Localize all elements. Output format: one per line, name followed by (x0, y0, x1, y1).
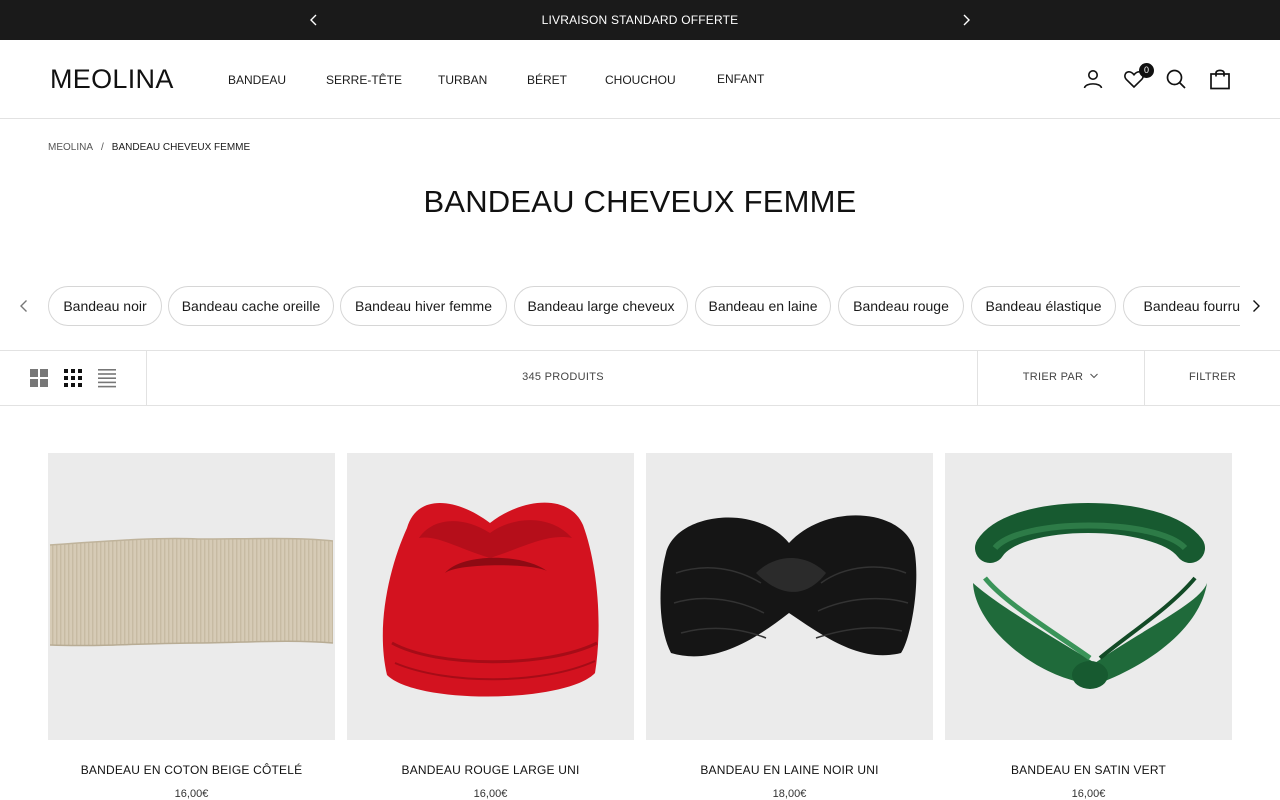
chips-next-button[interactable] (1246, 296, 1266, 316)
product-image[interactable] (945, 453, 1232, 740)
breadcrumb-current: BANDEAU CHEVEUX FEMME (111, 142, 251, 153)
grid-2x2-icon (30, 369, 48, 387)
filter-button[interactable]: FILTRER (1145, 371, 1280, 383)
product-price: 18,00€ (772, 788, 807, 800)
product-name[interactable]: BANDEAU EN COTON BEIGE CÔTELÉ (48, 763, 335, 777)
announcement-bar: LIVRAISON STANDARD OFFERTE (0, 0, 1280, 40)
breadcrumb-home-link[interactable]: MEOLINA (48, 142, 93, 153)
chevron-left-icon (20, 300, 27, 312)
black-wool-headband-image (660, 515, 917, 657)
cart-button[interactable] (1208, 67, 1232, 91)
product-image[interactable] (48, 453, 335, 740)
product-name[interactable]: BANDEAU EN SATIN VERT (945, 763, 1232, 777)
breadcrumb: MEOLINA / BANDEAU CHEVEUX FEMME (48, 142, 250, 153)
nav-item-enfant[interactable]: ENFANT (717, 72, 764, 86)
account-button[interactable] (1081, 67, 1105, 91)
chip-bandeau-fourrure[interactable]: Bandeau fourrure (1123, 286, 1240, 326)
search-icon (1166, 69, 1186, 89)
wishlist-count-badge: 0 (1139, 63, 1154, 78)
product-card[interactable]: BANDEAU EN COTON BEIGE CÔTELÉ 16,00€ (48, 453, 335, 800)
chip-bandeau-cache-oreille[interactable]: Bandeau cache oreille (168, 286, 334, 326)
collection-chips: Bandeau noir Bandeau cache oreille Bande… (0, 286, 1280, 326)
product-image[interactable] (347, 453, 634, 740)
chevron-right-icon (963, 14, 970, 26)
account-icon (1083, 70, 1103, 89)
product-price: 16,00€ (1071, 788, 1106, 800)
grid-3-columns-button[interactable] (63, 368, 83, 388)
announcement-next-button[interactable] (956, 10, 976, 30)
chip-bandeau-hiver-femme[interactable]: Bandeau hiver femme (340, 286, 507, 326)
product-price: 16,00€ (473, 788, 508, 800)
product-image[interactable] (646, 453, 933, 740)
collection-toolbar: 345 PRODUITS TRIER PAR FILTRER (0, 350, 1280, 406)
sort-label: TRIER PAR (1022, 371, 1084, 383)
nav-item-chouchou[interactable]: CHOUCHOU (605, 73, 676, 87)
chip-bandeau-rouge[interactable]: Bandeau rouge (838, 286, 964, 326)
nav-item-bandeau[interactable]: BANDEAU (228, 73, 286, 87)
chips-viewport: Bandeau noir Bandeau cache oreille Bande… (48, 286, 1240, 326)
nav-item-serre-tete[interactable]: SERRE-TÊTE (326, 73, 402, 87)
red-wide-headband-image (382, 502, 599, 697)
grid-3x3-icon (64, 369, 82, 387)
product-card[interactable]: BANDEAU EN LAINE NOIR UNI 18,00€ (646, 453, 933, 800)
list-view-button[interactable] (97, 368, 117, 388)
product-price: 16,00€ (174, 788, 209, 800)
grid-2-columns-button[interactable] (29, 368, 49, 388)
list-icon (98, 369, 116, 388)
search-button[interactable] (1164, 67, 1188, 91)
beige-ribbed-headband-image (49, 537, 334, 647)
green-satin-headband-image (973, 503, 1207, 689)
product-card[interactable]: BANDEAU EN SATIN VERT 16,00€ (945, 453, 1232, 800)
chip-bandeau-elastique[interactable]: Bandeau élastique (971, 286, 1116, 326)
product-name[interactable]: BANDEAU EN LAINE NOIR UNI (646, 763, 933, 777)
nav-item-beret[interactable]: BÉRET (527, 73, 567, 87)
toolbar-divider (146, 351, 147, 405)
cart-bag-icon (1210, 69, 1230, 90)
chip-bandeau-noir[interactable]: Bandeau noir (48, 286, 162, 326)
sort-button[interactable]: TRIER PAR (978, 371, 1144, 383)
product-card[interactable]: BANDEAU ROUGE LARGE UNI 16,00€ (347, 453, 634, 800)
announcement-text: LIVRAISON STANDARD OFFERTE (541, 13, 739, 27)
chevron-right-icon (1253, 300, 1260, 312)
chevron-down-icon (1090, 373, 1099, 379)
chips-prev-button[interactable] (14, 296, 34, 316)
product-count: 345 PRODUITS (522, 371, 604, 383)
chip-bandeau-large-cheveux[interactable]: Bandeau large cheveux (514, 286, 688, 326)
product-name[interactable]: BANDEAU ROUGE LARGE UNI (347, 763, 634, 777)
breadcrumb-separator: / (101, 142, 104, 153)
chip-bandeau-en-laine[interactable]: Bandeau en laine (695, 286, 831, 326)
nav-item-turban[interactable]: TURBAN (438, 73, 487, 87)
page-title: BANDEAU CHEVEUX FEMME (423, 184, 857, 219)
logo[interactable]: MEOLINA (50, 64, 174, 95)
site-header: MEOLINA BANDEAU SERRE-TÊTE TURBAN BÉRET … (0, 40, 1280, 119)
